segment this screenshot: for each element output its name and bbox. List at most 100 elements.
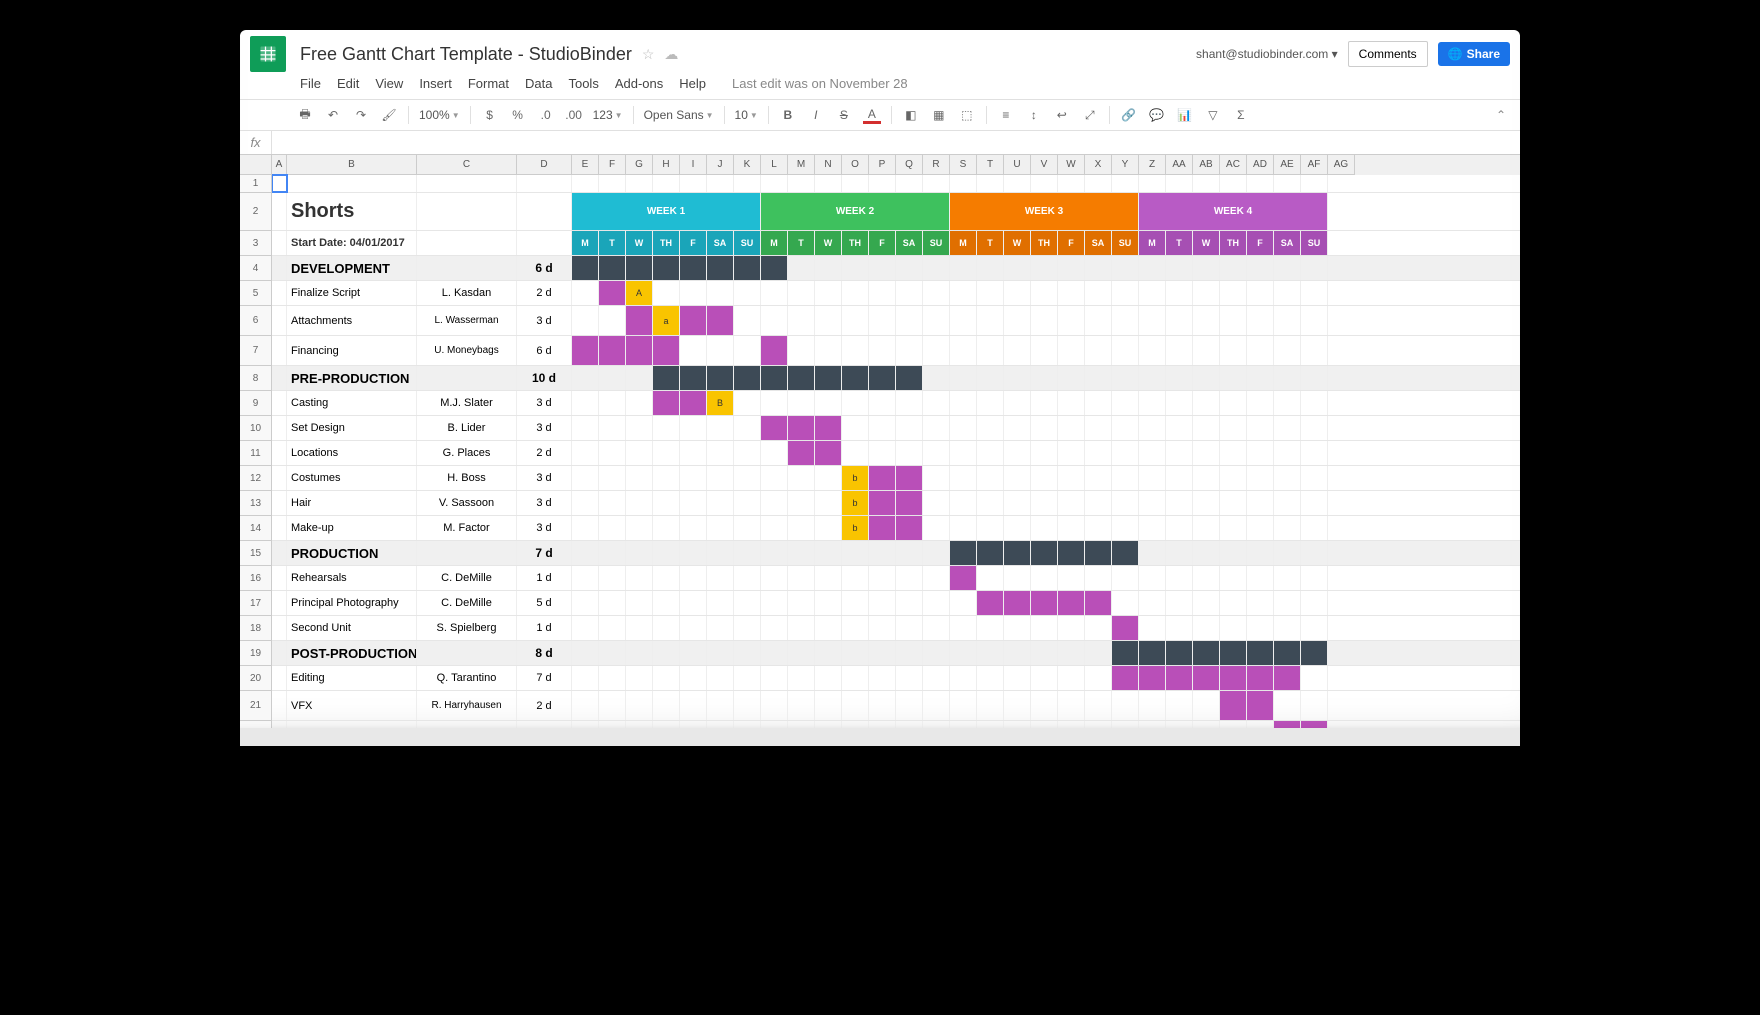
gantt-cell[interactable] (788, 281, 815, 305)
gantt-cell[interactable] (1058, 306, 1085, 335)
redo-icon[interactable]: ↷ (352, 106, 370, 124)
gantt-cell[interactable] (896, 441, 923, 465)
gantt-cell[interactable] (1139, 366, 1166, 390)
gantt-cell[interactable] (950, 491, 977, 515)
gantt-cell[interactable] (626, 391, 653, 415)
gantt-cell[interactable] (626, 366, 653, 390)
gantt-cell[interactable] (734, 306, 761, 335)
gantt-cell[interactable] (1301, 306, 1328, 335)
print-icon[interactable]: 🖶 (296, 106, 314, 124)
gantt-cell[interactable] (1301, 391, 1328, 415)
gantt-cell[interactable] (1004, 441, 1031, 465)
task-owner[interactable]: R. Harryhausen (417, 691, 517, 720)
gantt-cell[interactable] (1112, 306, 1139, 335)
gantt-cell[interactable] (707, 566, 734, 590)
task-owner[interactable] (417, 366, 517, 390)
gantt-cell[interactable] (1274, 366, 1301, 390)
gantt-cell[interactable] (1139, 306, 1166, 335)
gantt-cell[interactable] (869, 281, 896, 305)
gantt-cell[interactable] (1193, 666, 1220, 690)
h-align-icon[interactable]: ≡ (997, 106, 1015, 124)
select-all-cell[interactable] (240, 155, 272, 175)
gantt-cell[interactable] (653, 466, 680, 490)
gantt-cell[interactable] (1139, 516, 1166, 540)
col-header-F[interactable]: F (599, 155, 626, 175)
gantt-cell[interactable] (1166, 336, 1193, 365)
gantt-cell[interactable] (1193, 366, 1220, 390)
gantt-cell[interactable] (599, 366, 626, 390)
gantt-cell[interactable] (653, 616, 680, 640)
gantt-cell[interactable] (977, 721, 1004, 745)
gantt-cell[interactable] (761, 336, 788, 365)
gantt-cell[interactable] (1139, 491, 1166, 515)
task-owner[interactable] (417, 641, 517, 665)
gantt-cell[interactable] (1274, 616, 1301, 640)
task-name[interactable]: VFX (287, 691, 417, 720)
gantt-cell[interactable] (1004, 591, 1031, 615)
gantt-cell[interactable] (761, 441, 788, 465)
task-owner[interactable]: U. Moneybags (417, 336, 517, 365)
gantt-cell[interactable] (572, 616, 599, 640)
account-email[interactable]: shant@studiobinder.com ▾ (1196, 47, 1338, 61)
gantt-cell[interactable] (572, 441, 599, 465)
gantt-cell[interactable] (950, 721, 977, 745)
row-header-18[interactable]: 18 (240, 616, 272, 641)
gantt-cell[interactable] (626, 666, 653, 690)
gantt-cell[interactable] (1004, 366, 1031, 390)
gantt-cell[interactable] (1247, 666, 1274, 690)
gantt-cell[interactable] (1193, 641, 1220, 665)
gantt-cell[interactable] (626, 541, 653, 565)
gantt-cell[interactable] (788, 721, 815, 745)
functions-icon[interactable]: Σ (1232, 106, 1250, 124)
gantt-cell[interactable] (950, 691, 977, 720)
gantt-cell[interactable] (1220, 256, 1247, 280)
gantt-cell[interactable] (1058, 566, 1085, 590)
task-duration[interactable]: 8 d (517, 641, 572, 665)
borders-icon[interactable]: ▦ (930, 106, 948, 124)
gantt-cell[interactable] (653, 666, 680, 690)
gantt-cell[interactable] (950, 175, 977, 192)
gantt-cell[interactable] (1058, 491, 1085, 515)
gantt-cell[interactable] (950, 306, 977, 335)
gantt-cell[interactable] (599, 641, 626, 665)
gantt-cell[interactable] (869, 256, 896, 280)
gantt-cell[interactable] (1031, 366, 1058, 390)
gantt-cell[interactable] (707, 256, 734, 280)
task-duration[interactable]: 5 d (517, 591, 572, 615)
gantt-cell[interactable] (761, 281, 788, 305)
gantt-cell[interactable] (1058, 666, 1085, 690)
col-header-Q[interactable]: Q (896, 155, 923, 175)
gantt-cell[interactable] (1193, 391, 1220, 415)
gantt-cell[interactable] (1220, 336, 1247, 365)
gantt-cell[interactable] (815, 616, 842, 640)
gantt-cell[interactable] (626, 721, 653, 745)
task-owner[interactable]: M. Factor (417, 516, 517, 540)
menu-format[interactable]: Format (468, 76, 509, 91)
gantt-cell[interactable] (1301, 466, 1328, 490)
gantt-cell[interactable] (950, 616, 977, 640)
gantt-cell[interactable] (734, 541, 761, 565)
gantt-cell[interactable] (815, 541, 842, 565)
gantt-cell[interactable] (1274, 721, 1301, 745)
gantt-cell[interactable] (734, 391, 761, 415)
gantt-cell[interactable] (761, 306, 788, 335)
gantt-cell[interactable] (1166, 416, 1193, 440)
gantt-cell[interactable] (1166, 366, 1193, 390)
grid-body[interactable]: Shorts WEEK 1WEEK 2WEEK 3WEEK 4 Start Da… (272, 175, 1520, 746)
task-name[interactable]: PRODUCTION (287, 541, 417, 565)
gantt-cell[interactable] (572, 591, 599, 615)
gantt-cell[interactable] (1139, 256, 1166, 280)
gantt-cell[interactable] (1247, 466, 1274, 490)
gantt-cell[interactable] (572, 281, 599, 305)
gantt-cell[interactable] (1085, 175, 1112, 192)
menu-addons[interactable]: Add-ons (615, 76, 663, 91)
gantt-cell[interactable] (1274, 666, 1301, 690)
gantt-cell[interactable] (1274, 691, 1301, 720)
gantt-cell[interactable] (1301, 366, 1328, 390)
gantt-cell[interactable] (1058, 175, 1085, 192)
gantt-cell[interactable] (1139, 281, 1166, 305)
col-header-D[interactable]: D (517, 155, 572, 175)
gantt-cell[interactable] (680, 391, 707, 415)
gantt-cell[interactable] (1166, 491, 1193, 515)
gantt-cell[interactable] (653, 416, 680, 440)
